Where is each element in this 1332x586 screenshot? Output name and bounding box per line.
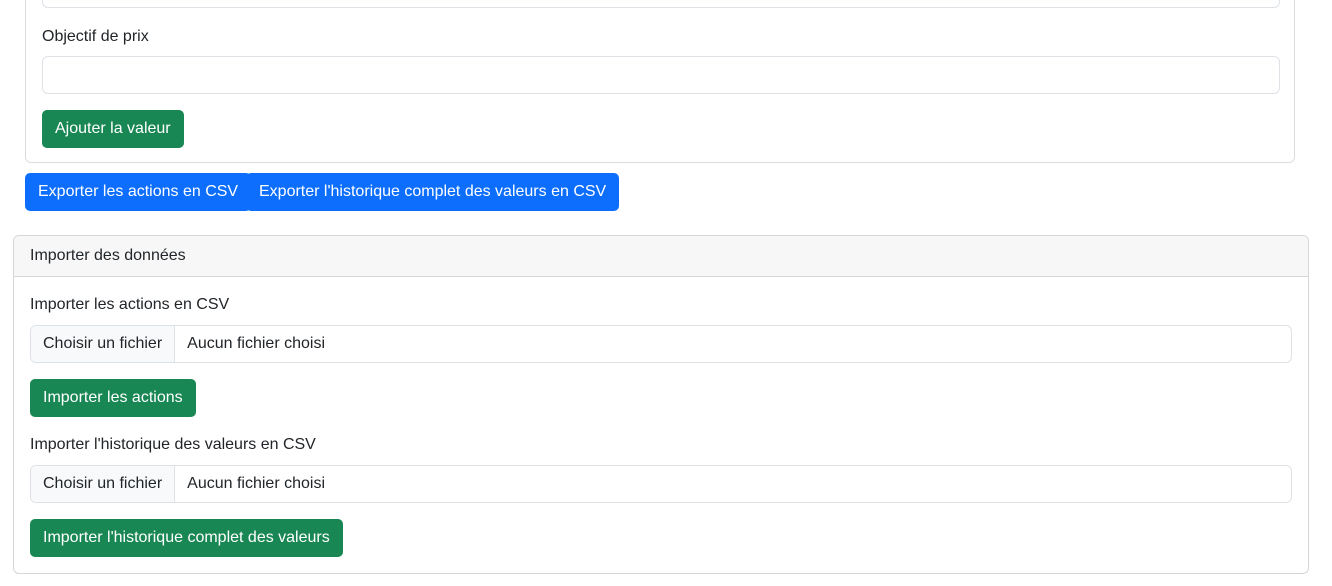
import-history-choose-file-button[interactable]: Choisir un fichier bbox=[31, 466, 176, 502]
add-value-card: Objectif de prix Ajouter la valeur bbox=[25, 0, 1295, 163]
export-history-csv-button[interactable]: Exporter l'historique complet des valeur… bbox=[246, 173, 620, 211]
import-card-header: Importer des données bbox=[14, 236, 1308, 277]
import-history-label: Importer l'historique des valeurs en CSV bbox=[30, 436, 316, 453]
import-actions-choose-file-button[interactable]: Choisir un fichier bbox=[31, 326, 176, 362]
export-actions-csv-button[interactable]: Exporter les actions en CSV bbox=[25, 173, 252, 211]
price-target-input[interactable] bbox=[42, 56, 1280, 94]
import-actions-label: Importer les actions en CSV bbox=[30, 296, 230, 313]
price-target-label: Objectif de prix bbox=[42, 28, 149, 45]
import-data-card: Importer des données Importer les action… bbox=[13, 235, 1309, 574]
import-actions-button[interactable]: Importer les actions bbox=[30, 379, 196, 417]
import-history-file-status: Aucun fichier choisi bbox=[187, 475, 325, 492]
import-card-title: Importer des données bbox=[30, 247, 186, 264]
import-actions-file-status: Aucun fichier choisi bbox=[187, 335, 325, 352]
previous-field-input[interactable] bbox=[42, 0, 1280, 8]
add-value-button[interactable]: Ajouter la valeur bbox=[42, 110, 184, 148]
import-actions-file-input[interactable]: Choisir un fichier Aucun fichier choisi bbox=[30, 325, 1292, 363]
import-history-file-input[interactable]: Choisir un fichier Aucun fichier choisi bbox=[30, 465, 1292, 503]
import-history-button[interactable]: Importer l'historique complet des valeur… bbox=[30, 519, 343, 557]
